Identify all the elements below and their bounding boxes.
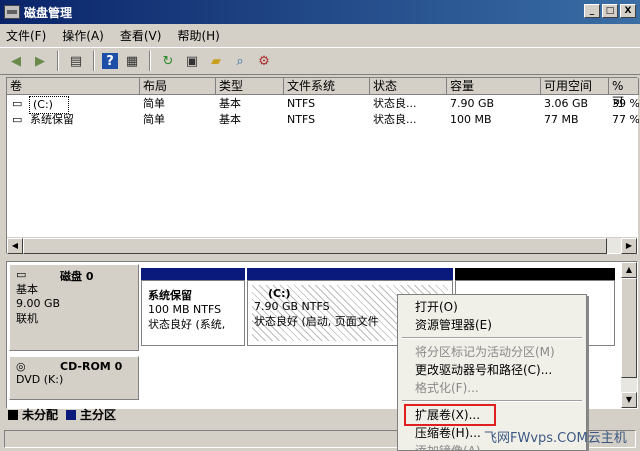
volume-status: 状态良... [373, 113, 417, 126]
settings-icon[interactable]: ⚙ [254, 51, 274, 71]
partition-content: 系统保留 100 MB NTFS 状态良好 (系统, [145, 284, 241, 342]
legend-unallocated: 未分配 [22, 408, 59, 422]
search-icon[interactable]: ⌕ [230, 51, 250, 71]
disk-0-info[interactable]: ▭ 磁盘 0 基本 9.00 GB 联机 [9, 264, 139, 351]
vertical-scrollbar[interactable]: ▲ ▼ [621, 262, 637, 408]
volume-free-space: 3.06 GB [544, 97, 589, 110]
volume-layout: 简单 [143, 97, 165, 110]
refresh-icon[interactable]: ↻ [158, 51, 178, 71]
col-filesystem[interactable]: 文件系统 [284, 78, 370, 95]
legend-primary-swatch [66, 409, 77, 420]
volume-free-space: 77 MB [544, 113, 579, 126]
back-arrow-icon[interactable]: ◀ [6, 51, 26, 71]
partition-status: 状态良好 (系统, [148, 318, 226, 331]
col-volume[interactable]: 卷 [7, 78, 140, 95]
volume-name: 系统保留 [30, 113, 74, 126]
menu-file[interactable]: 文件(F) [6, 27, 46, 44]
volume-list-header: 卷 布局 类型 文件系统 状态 容量 可用空间 % 可 [7, 78, 639, 109]
help-icon[interactable]: ? [102, 53, 118, 69]
partition-system-reserved[interactable]: 系统保留 100 MB NTFS 状态良好 (系统, [141, 280, 245, 346]
legend-primary: 主分区 [80, 408, 117, 422]
legend-unallocated-swatch [8, 409, 18, 420]
title-bar: 磁盘管理 _ □ X [0, 0, 640, 24]
table-row[interactable]: ▭ 系统保留 简单 基本 NTFS 状态良... 100 MB 77 MB 77… [7, 112, 639, 128]
menu-item-change-drive-letter[interactable]: 更改驱动器号和路径(C)... [398, 361, 586, 379]
console-tree-icon[interactable]: ▤ [66, 51, 86, 71]
partition-bar-system-reserved [141, 268, 245, 280]
partition-size: 100 MB NTFS [148, 303, 222, 316]
scroll-thumb[interactable] [621, 278, 637, 378]
col-percent-free[interactable]: % 可 [609, 78, 639, 109]
cdrom-0-info[interactable]: ◎ CD-ROM 0 DVD (K:) [9, 356, 139, 400]
col-status[interactable]: 状态 [370, 78, 447, 95]
maximize-button[interactable]: □ [602, 4, 618, 18]
horizontal-scrollbar[interactable]: ◀ ▶ [7, 237, 637, 254]
volume-type: 基本 [219, 113, 241, 126]
partition-bar-unallocated [455, 268, 615, 280]
col-capacity[interactable]: 容量 [447, 78, 541, 95]
disk-0-status: 联机 [16, 312, 38, 325]
volume-filesystem: NTFS [287, 97, 316, 110]
partition-bar-c [247, 268, 453, 280]
volume-percent-free: 77 % [612, 113, 639, 126]
volume-percent-free: 39 % [612, 97, 639, 110]
volume-layout: 简单 [143, 113, 165, 126]
toolbar-separator [57, 51, 59, 71]
volume-list: 卷 布局 类型 文件系统 状态 容量 可用空间 % 可 ▭ (C:) 简单 基本… [6, 77, 639, 254]
window-title: 磁盘管理 [24, 5, 73, 20]
menu-item-mark-active: 将分区标记为活动分区(M) [415, 345, 555, 359]
open-folder-icon[interactable]: ▰ [206, 51, 226, 71]
menu-action[interactable]: 操作(A) [62, 27, 104, 44]
volume-filesystem: NTFS [287, 113, 316, 126]
menu-item-explorer[interactable]: 资源管理器(E) [398, 316, 586, 334]
legend: 未分配 主分区 [8, 406, 116, 423]
menu-separator [402, 337, 582, 339]
table-row[interactable]: ▭ (C:) 简单 基本 NTFS 状态良... 7.90 GB 3.06 GB… [7, 96, 639, 114]
partition-title: 系统保留 [148, 289, 192, 302]
disk-0-size: 9.00 GB [16, 297, 61, 310]
extend-volume-highlight [404, 404, 496, 426]
forward-arrow-icon[interactable]: ▶ [30, 51, 50, 71]
toolbar-separator [149, 51, 151, 71]
col-layout[interactable]: 布局 [140, 78, 216, 95]
panel-icon[interactable]: ▦ [122, 51, 142, 71]
scroll-up-icon[interactable]: ▲ [621, 262, 637, 278]
drive-icon: ▭ [12, 113, 23, 126]
volume-status: 状态良... [373, 97, 417, 110]
volume-capacity: 100 MB [450, 113, 492, 126]
toolbar: ◀ ▶ ▤ ? ▦ ↻ ▣ ▰ ⌕ ⚙ [0, 47, 640, 75]
menu-help[interactable]: 帮助(H) [177, 27, 219, 44]
menu-view[interactable]: 查看(V) [120, 27, 162, 44]
cdrom-0-type: DVD (K:) [16, 373, 64, 386]
volume-capacity: 7.90 GB [450, 97, 495, 110]
properties-icon[interactable]: ▣ [182, 51, 202, 71]
toolbar-separator [93, 51, 95, 71]
cdrom-0-name: CD-ROM 0 [60, 360, 123, 373]
menu-bar: 文件(F) 操作(A) 查看(V) 帮助(H) [0, 24, 640, 46]
scroll-down-icon[interactable]: ▼ [621, 392, 637, 408]
menu-separator [402, 400, 582, 402]
scroll-right-icon[interactable]: ▶ [621, 238, 637, 254]
disk-management-icon [4, 5, 20, 19]
col-free-space[interactable]: 可用空间 [541, 78, 609, 95]
drive-icon: ▭ [12, 97, 23, 110]
volume-type: 基本 [219, 97, 241, 110]
scroll-left-icon[interactable]: ◀ [7, 238, 23, 254]
minimize-button[interactable]: _ [584, 4, 600, 18]
scroll-thumb[interactable] [23, 238, 607, 254]
menu-item-format: 格式化(F)... [415, 381, 479, 395]
col-type[interactable]: 类型 [216, 78, 284, 95]
disk-0-name: 磁盘 0 [60, 270, 94, 283]
watermark: 飞网FWvps.COM云主机 [484, 431, 627, 446]
close-button[interactable]: X [620, 4, 636, 18]
menu-item-open[interactable]: 打开(O) [398, 298, 586, 316]
